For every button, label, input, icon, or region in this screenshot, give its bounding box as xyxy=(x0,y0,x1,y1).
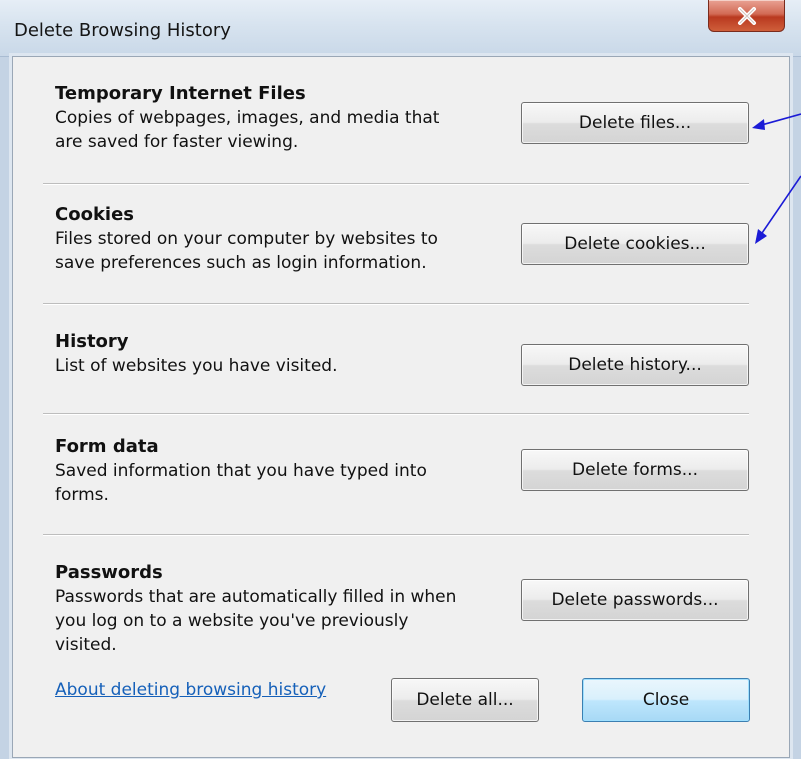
separator xyxy=(43,303,749,305)
about-deleting-history-link[interactable]: About deleting browsing history xyxy=(55,680,326,700)
section-title: Passwords xyxy=(55,562,163,583)
delete-forms-button[interactable]: Delete forms... xyxy=(521,449,749,491)
window-title: Delete Browsing History xyxy=(14,20,231,41)
section-temporary-internet-files: Temporary Internet Files Copies of webpa… xyxy=(55,82,535,154)
section-cookies: Cookies Files stored on your computer by… xyxy=(55,203,535,275)
window-close-button[interactable] xyxy=(708,0,785,32)
description-line: are saved for faster viewing. xyxy=(55,132,299,152)
description-line: List of websites you have visited. xyxy=(55,356,338,376)
separator xyxy=(43,413,749,415)
delete-history-button[interactable]: Delete history... xyxy=(521,344,749,386)
section-history: History List of websites you have visite… xyxy=(55,330,535,378)
section-form-data: Form data Saved information that you hav… xyxy=(55,435,535,507)
section-title: Temporary Internet Files xyxy=(55,83,306,104)
section-title: Cookies xyxy=(55,204,135,225)
close-x-icon xyxy=(737,6,756,25)
section-description: List of websites you have visited. xyxy=(55,354,535,378)
section-passwords: Passwords Passwords that are automatical… xyxy=(55,561,535,657)
close-button[interactable]: Close xyxy=(582,678,750,722)
separator xyxy=(43,534,749,536)
description-line: forms. xyxy=(55,485,109,505)
section-description: Files stored on your computer by website… xyxy=(55,227,535,275)
delete-passwords-button[interactable]: Delete passwords... xyxy=(521,579,749,621)
delete-files-button[interactable]: Delete files... xyxy=(521,102,749,144)
delete-all-button[interactable]: Delete all... xyxy=(391,678,539,722)
section-description: Passwords that are automatically filled … xyxy=(55,585,535,657)
title-bar: Delete Browsing History xyxy=(0,0,801,57)
description-line: visited. xyxy=(55,635,117,655)
dialog-body: Temporary Internet Files Copies of webpa… xyxy=(12,56,790,758)
section-title: Form data xyxy=(55,436,159,457)
description-line: Passwords that are automatically filled … xyxy=(55,587,457,607)
description-line: you log on to a website you've previousl… xyxy=(55,611,409,631)
description-line: save preferences such as login informati… xyxy=(55,253,427,273)
section-description: Saved information that you have typed in… xyxy=(55,459,535,507)
description-line: Files stored on your computer by website… xyxy=(55,229,438,249)
section-description: Copies of webpages, images, and media th… xyxy=(55,106,535,154)
description-line: Saved information that you have typed in… xyxy=(55,461,427,481)
section-title: History xyxy=(55,331,129,352)
description-line: Copies of webpages, images, and media th… xyxy=(55,108,440,128)
separator xyxy=(43,183,749,185)
delete-cookies-button[interactable]: Delete cookies... xyxy=(521,223,749,265)
